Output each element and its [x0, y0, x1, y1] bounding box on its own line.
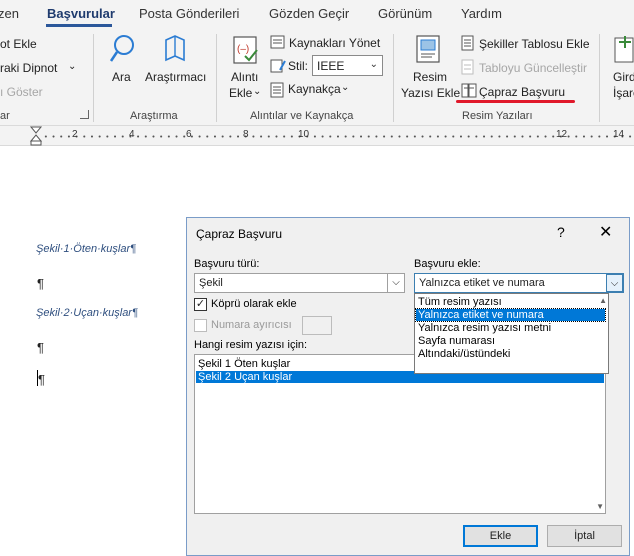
footnotes-dialog-launcher-icon[interactable] [80, 110, 89, 119]
update-table-button[interactable]: Tabloyu Güncelleştir [479, 61, 587, 75]
paragraph-mark: ¶ [37, 276, 44, 291]
tab-home[interactable]: zen [0, 6, 19, 21]
insert-button[interactable]: Ekle [463, 525, 538, 547]
scroll-up-icon[interactable]: ▲ [599, 296, 607, 305]
paragraph-mark: ¶ [37, 340, 44, 355]
reference-type-value: Şekil [199, 277, 223, 289]
chevron-down-icon: ⌵ [606, 274, 623, 292]
chevron-down-icon: ⌄ [253, 86, 262, 97]
separator-label: Numara ayırıcısı [211, 319, 292, 331]
manage-sources-icon [270, 35, 285, 49]
insert-reference-to-label: Başvuru ekle: [414, 258, 481, 270]
separator-input[interactable] [302, 316, 332, 335]
close-button[interactable]: ✕ [599, 222, 612, 242]
tab-references[interactable]: Başvurular [47, 6, 115, 21]
insert-reference-to-select[interactable]: Yalnızca etiket ve numara ⌵ [414, 273, 624, 293]
text-cursor [37, 370, 38, 386]
tab-mailings[interactable]: Posta Gönderileri [139, 6, 239, 21]
insert-caption-label-1[interactable]: Resim [413, 70, 447, 84]
cross-reference-icon [461, 83, 477, 98]
dropdown-option[interactable]: Altındaki/üstündeki [416, 348, 605, 360]
cross-reference-dialog: Çapraz Başvuru ? ✕ Başvuru türü: Şekil ⌵… [186, 217, 630, 556]
reference-type-label: Başvuru türü: [194, 258, 260, 270]
scroll-down-icon[interactable]: ▼ [596, 502, 604, 511]
ribbon: ot Ekle raki Dipnot ⌄ ı Göster ar Ara Ar… [0, 30, 634, 126]
highlight-underline [456, 100, 575, 103]
bibliography-icon [270, 82, 284, 98]
mark-entry-label-2[interactable]: İşare [613, 86, 634, 100]
insert-reference-to-dropdown[interactable]: Tüm resim yazısı Yalnızca etiket ve numa… [414, 293, 609, 374]
bibliography-button[interactable]: Kaynakça [288, 82, 341, 96]
chevron-down-icon: ⌄ [369, 59, 378, 70]
citation-style-select[interactable]: IEEE ⌄ [312, 55, 383, 76]
tab-help[interactable]: Yardım [461, 6, 502, 21]
group-separator [599, 34, 600, 122]
dialog-title: Çapraz Başvuru [196, 227, 283, 241]
table-of-figures-icon [461, 35, 474, 51]
cross-reference-button[interactable]: Çapraz Başvuru [479, 85, 565, 99]
tab-review[interactable]: Gözden Geçir [269, 6, 349, 21]
insert-reference-to-value: Yalnızca etiket ve numara [419, 277, 545, 289]
reference-type-select[interactable]: Şekil ⌵ [194, 273, 405, 293]
ribbon-tab-bar: zen Başvurular Posta Gönderileri Gözden … [0, 0, 634, 30]
ruler-number: 8 [243, 129, 249, 140]
document-caption-1[interactable]: Şekil·1·Öten·kuşlar¶ [36, 243, 136, 255]
group-separator [93, 34, 94, 122]
search-icon [109, 35, 134, 62]
chevron-down-icon: ⌵ [387, 274, 404, 292]
ruler-number: 4 [129, 129, 135, 140]
dropdown-option[interactable]: Yalnızca etiket ve numara [415, 308, 606, 322]
citations-group-label: Alıntılar ve Kaynakça [250, 110, 354, 122]
hyperlink-checkbox[interactable]: ✓ [194, 298, 207, 311]
insert-footnote-button[interactable]: ot Ekle [0, 37, 37, 51]
check-icon: ✓ [195, 298, 206, 310]
insert-citation-label-1[interactable]: Alıntı [231, 70, 258, 84]
cancel-button[interactable]: İptal [547, 525, 622, 547]
document-caption-2[interactable]: Şekil·2·Uçan·kuşlar¶ [36, 307, 138, 319]
hyperlink-label: Köprü olarak ekle [211, 298, 297, 310]
svg-text:(–): (–) [237, 44, 249, 55]
horizontal-ruler[interactable]: 2 4 6 8 10 12 14 [0, 126, 634, 146]
caption-list[interactable]: Şekil 1 Öten kuşlar Şekil 2 Uçan kuşlar … [194, 354, 606, 514]
paragraph-mark: ¶ [38, 372, 45, 387]
mark-entry-label-1[interactable]: Gird [613, 70, 634, 84]
insert-caption-icon [416, 35, 440, 63]
ruler-number: 12 [556, 129, 568, 140]
citation-style-value: IEEE [317, 59, 345, 73]
style-label: Stil: [288, 59, 309, 73]
chevron-down-icon: ⌄ [68, 61, 77, 72]
ruler-number: 10 [298, 129, 310, 140]
ruler-number: 2 [72, 129, 78, 140]
insert-caption-label-2[interactable]: Yazısı Ekle [401, 86, 460, 100]
researcher-icon [165, 35, 185, 62]
separator-checkbox[interactable] [194, 319, 207, 332]
dropdown-option[interactable]: Tüm resim yazısı [416, 296, 605, 308]
chevron-down-icon: ⌄ [341, 82, 350, 93]
style-icon [270, 59, 286, 73]
group-separator [393, 34, 394, 122]
insert-table-of-figures-button[interactable]: Şekiller Tablosu Ekle [479, 37, 590, 51]
mark-entry-icon [614, 36, 634, 63]
manage-sources-button[interactable]: Kaynakları Yönet [289, 36, 380, 50]
search-button[interactable]: Ara [112, 70, 131, 84]
dropdown-option[interactable]: Yalnızca resim yazısı metni [416, 322, 605, 334]
indent-marker-icon[interactable] [30, 126, 42, 146]
researcher-button[interactable]: Araştırmacı [145, 70, 206, 84]
ruler-number: 6 [186, 129, 192, 140]
research-group-label: Araştırma [130, 110, 178, 122]
next-footnote-button[interactable]: raki Dipnot [0, 61, 57, 75]
footnotes-group-label: ar [0, 110, 10, 122]
insert-citation-icon: (–) [233, 36, 258, 64]
tab-view[interactable]: Görünüm [378, 6, 432, 21]
help-button[interactable]: ? [557, 224, 565, 240]
show-notes-button[interactable]: ı Göster [0, 85, 43, 99]
active-tab-indicator [46, 24, 112, 27]
update-table-icon [461, 59, 474, 75]
captions-group-label: Resim Yazıları [462, 110, 533, 122]
dropdown-option[interactable]: Sayfa numarası [416, 335, 605, 347]
ruler-number: 14 [613, 129, 625, 140]
insert-citation-label-2[interactable]: Ekle [229, 86, 252, 100]
for-which-caption-label: Hangi resim yazısı için: [194, 339, 308, 351]
group-separator [216, 34, 217, 122]
